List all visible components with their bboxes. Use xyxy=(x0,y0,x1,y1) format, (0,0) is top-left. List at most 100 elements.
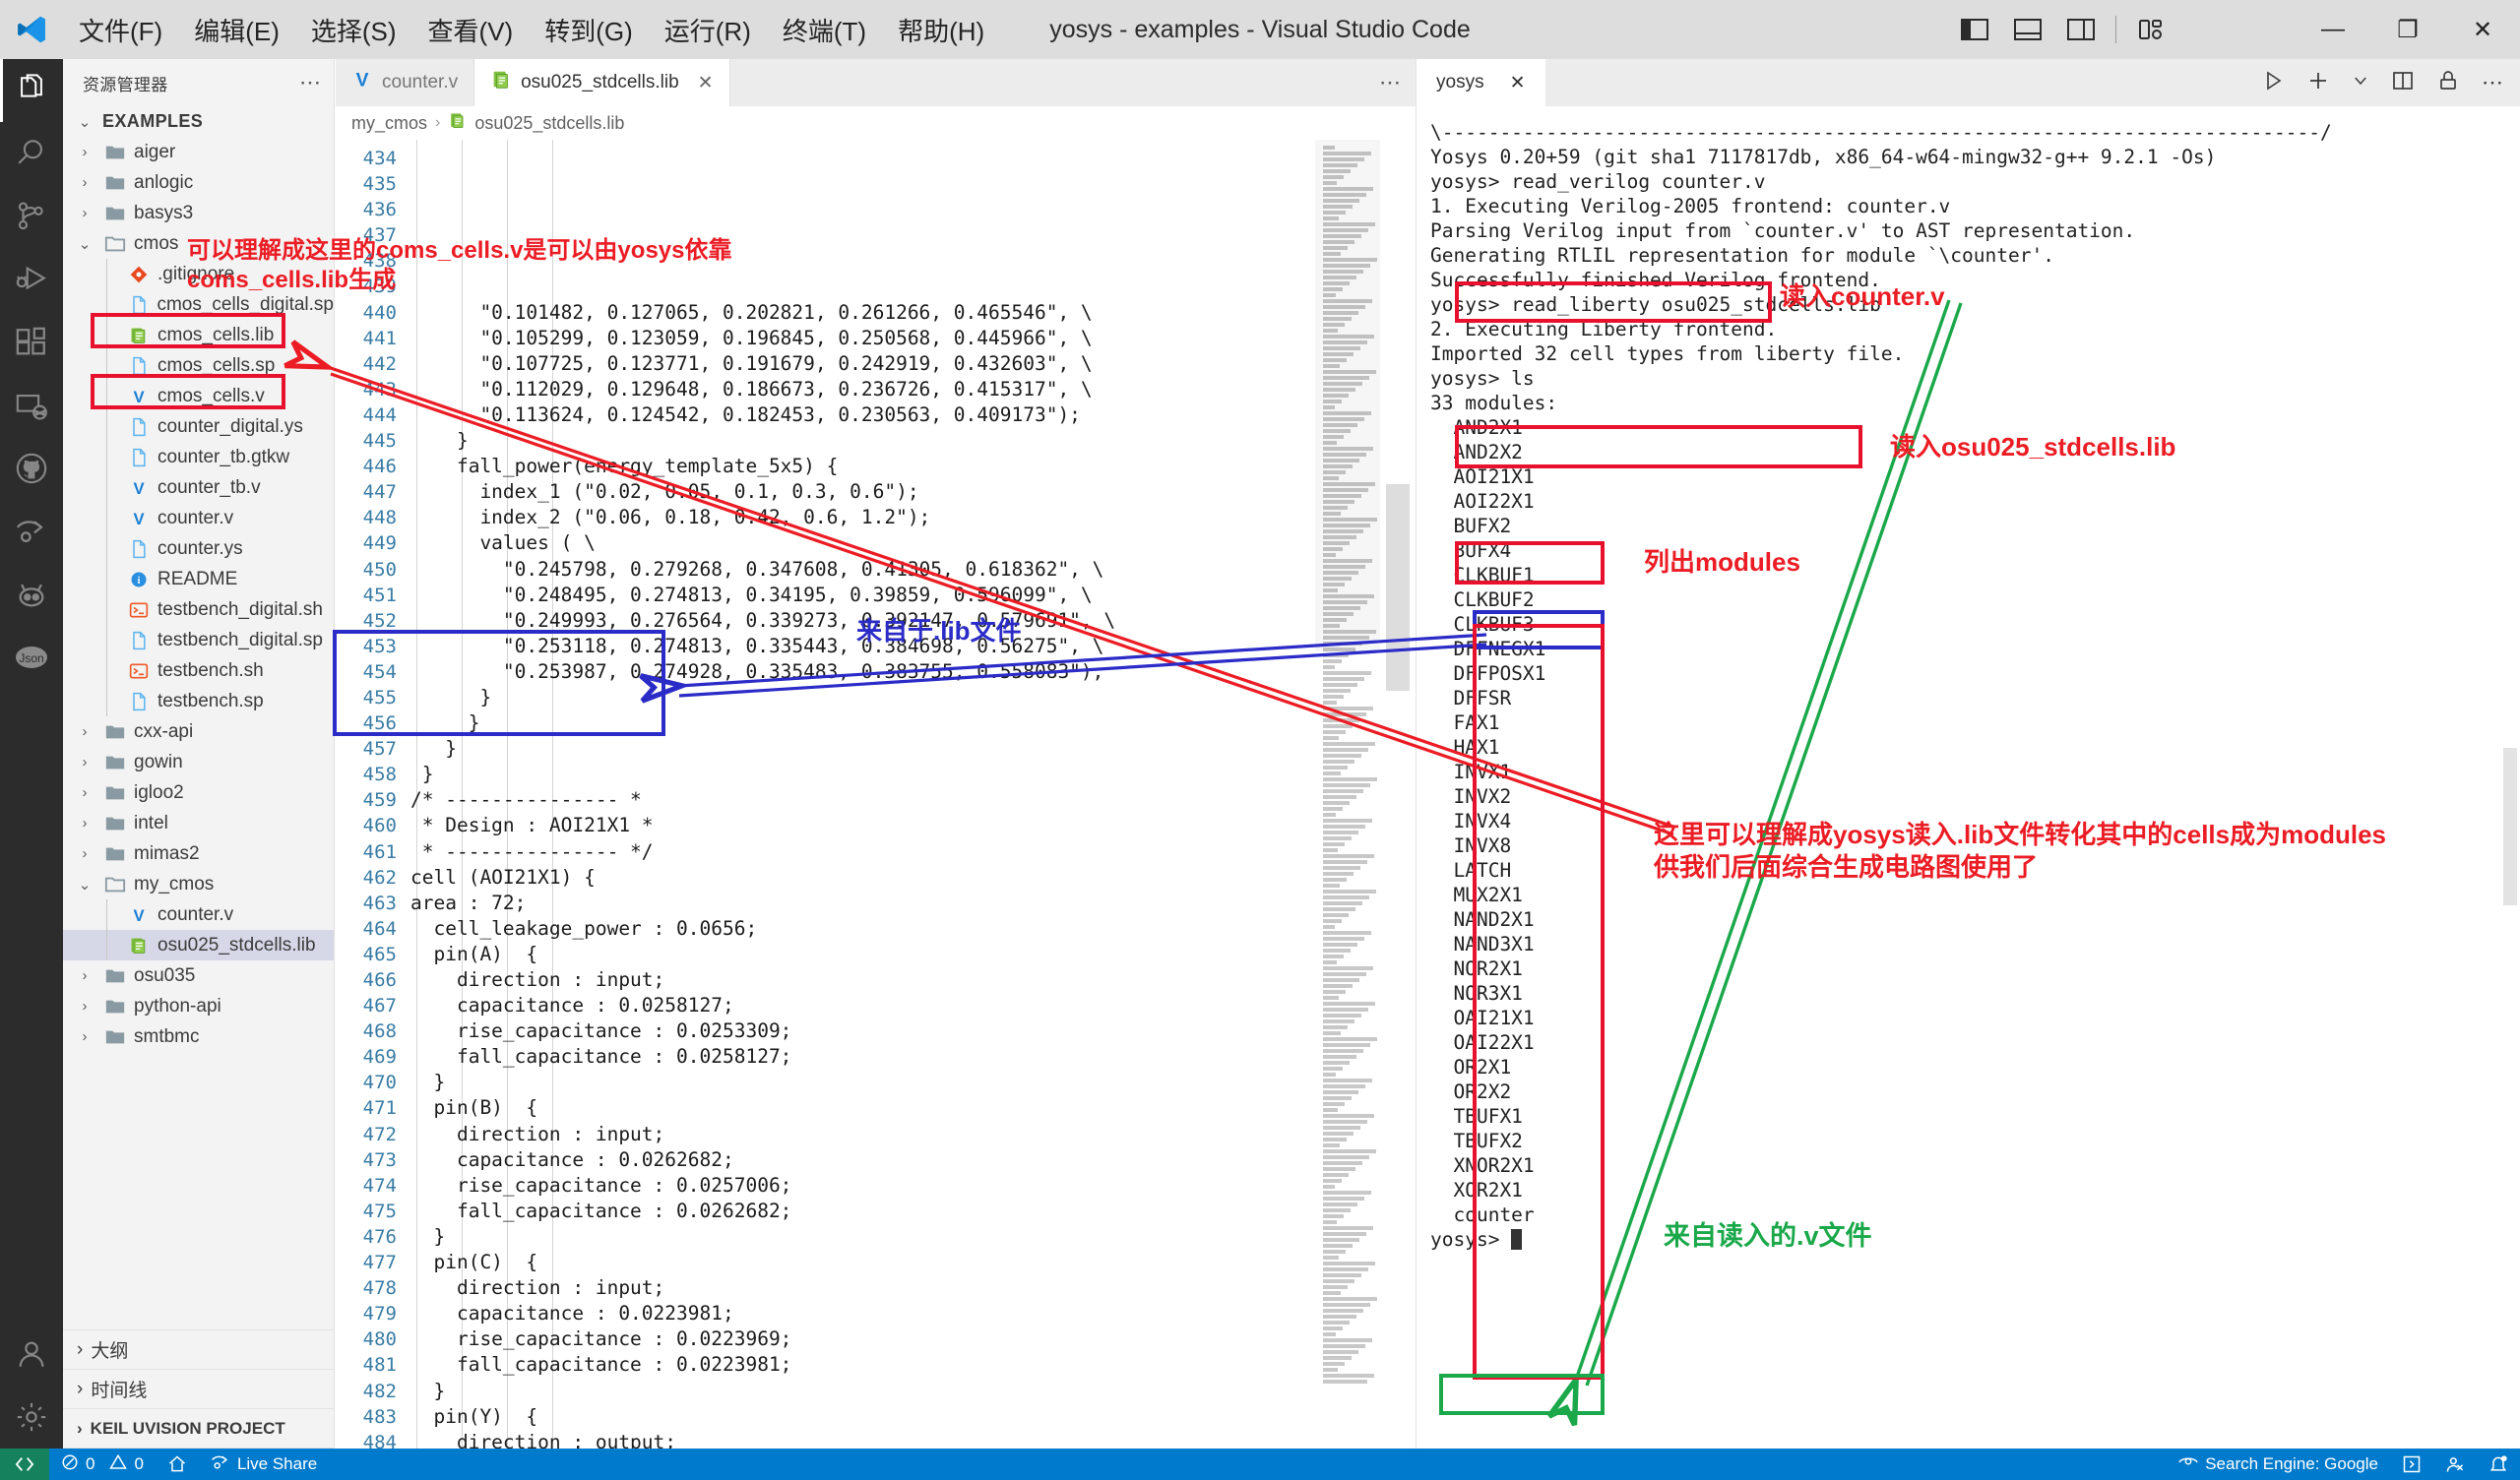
breadcrumb-file[interactable]: osu025_stdcells.lib xyxy=(474,113,624,134)
status-notifications-button[interactable] xyxy=(2477,1449,2520,1480)
editor-tab-close-icon[interactable]: ✕ xyxy=(698,72,714,94)
status-feedback-button[interactable] xyxy=(2433,1449,2477,1480)
run-icon[interactable] xyxy=(2261,69,2285,97)
tree-root-examples[interactable]: ⌄ EXAMPLES xyxy=(63,106,334,137)
chevron-right-icon[interactable]: › xyxy=(73,144,96,160)
activity-item-platformio[interactable] xyxy=(0,563,63,626)
tree-file-counter-v[interactable]: Vcounter.v xyxy=(63,503,334,533)
code-line[interactable]: capacitance : 0.0223981; xyxy=(410,1301,1416,1326)
chevron-right-icon[interactable]: › xyxy=(73,174,96,191)
activity-item-extensions[interactable] xyxy=(0,311,63,374)
code-line[interactable]: fall_capacitance : 0.0258127; xyxy=(410,1044,1416,1070)
code-line[interactable]: "0.248495, 0.274813, 0.34195, 0.39859, 0… xyxy=(410,583,1416,608)
terminal-module-item[interactable]: CLKBUF2 xyxy=(1430,587,2520,612)
code-line[interactable]: /* --------------- * xyxy=(410,787,1416,813)
sidebar-more-actions-icon[interactable]: ⋯ xyxy=(299,70,322,95)
chevron-right-icon[interactable]: › xyxy=(73,1028,96,1045)
activity-item-json[interactable]: Json xyxy=(0,626,63,689)
code-line[interactable]: area : 72; xyxy=(410,891,1416,916)
window-minimize-button[interactable]: — xyxy=(2296,0,2370,59)
activity-item-explorer[interactable] xyxy=(0,59,63,122)
activity-item-search[interactable] xyxy=(0,122,63,185)
tree-folder-basys3[interactable]: › basys3 xyxy=(63,198,334,228)
terminal-scrollbar-thumb[interactable] xyxy=(2503,748,2517,905)
status-home-button[interactable] xyxy=(156,1449,199,1480)
tree-folder-intel[interactable]: › intel xyxy=(63,808,334,838)
code-line[interactable]: } xyxy=(410,762,1416,787)
editor-tab-more-actions-icon[interactable]: ⋯ xyxy=(1379,59,1402,106)
file-tree[interactable]: ⌄ EXAMPLES › aiger › anlogic › basys3 ⌄ cmos .giti… xyxy=(63,106,334,1329)
activity-item-github[interactable] xyxy=(0,437,63,500)
menu-run[interactable]: 运行(R) xyxy=(649,6,767,54)
status-search-engine[interactable]: Search Engine: Google xyxy=(2167,1449,2390,1480)
tree-file-testbench-sh[interactable]: testbench.sh xyxy=(63,655,334,686)
code-line[interactable]: "0.107725, 0.123771, 0.191679, 0.242919,… xyxy=(410,351,1416,377)
toggle-secondary-sidebar-icon[interactable] xyxy=(2054,0,2108,59)
terminal-tab-yosys[interactable]: yosys ✕ xyxy=(1417,59,1545,106)
code-line[interactable]: values ( \ xyxy=(410,530,1416,556)
tree-file-readme[interactable]: i README xyxy=(63,564,334,594)
tree-folder-cxx-api[interactable]: › cxx-api xyxy=(63,716,334,747)
breadcrumb-folder[interactable]: my_cmos xyxy=(351,113,427,134)
menu-terminal[interactable]: 终端(T) xyxy=(767,6,882,54)
editor-tab-osu025-stdcells-lib[interactable]: osu025_stdcells.lib ✕ xyxy=(474,59,730,106)
split-terminal-icon[interactable] xyxy=(2391,69,2415,97)
terminal-tab-close-icon[interactable]: ✕ xyxy=(1510,72,1526,94)
terminal-module-item[interactable]: AOI22X1 xyxy=(1430,489,2520,514)
menu-file[interactable]: 文件(F) xyxy=(63,6,178,54)
activity-item-settings[interactable] xyxy=(0,1386,63,1449)
menu-view[interactable]: 查看(V) xyxy=(412,6,530,54)
menu-bar[interactable]: 文件(F) 编辑(E) 选择(S) 查看(V) 转到(G) 运行(R) 终端(T… xyxy=(63,6,1000,54)
chevron-right-icon[interactable]: › xyxy=(73,815,96,832)
code-line[interactable]: index_1 ("0.02, 0.05, 0.1, 0.3, 0.6"); xyxy=(410,479,1416,505)
code-line[interactable]: rise_capacitance : 0.0223969; xyxy=(410,1326,1416,1352)
new-terminal-icon[interactable] xyxy=(2306,69,2330,97)
tree-folder-mimas2[interactable]: › mimas2 xyxy=(63,838,334,869)
code-line[interactable]: "0.245798, 0.279268, 0.347608, 0.41305, … xyxy=(410,557,1416,583)
chevron-right-icon[interactable]: › xyxy=(73,845,96,862)
code-line[interactable]: * Design : AOI21X1 * xyxy=(410,813,1416,838)
tree-folder-cmos[interactable]: ⌄ cmos xyxy=(63,228,334,259)
chevron-down-icon[interactable] xyxy=(2352,72,2369,94)
tree-folder-aiger[interactable]: › aiger xyxy=(63,137,334,167)
tree-file--gitignore[interactable]: .gitignore xyxy=(63,259,334,289)
terminal-module-item[interactable]: BUFX2 xyxy=(1430,514,2520,538)
code-line[interactable]: rise_capacitance : 0.0257006; xyxy=(410,1173,1416,1199)
window-close-button[interactable]: ✕ xyxy=(2445,0,2520,59)
activity-item-remote-explorer[interactable]: >< xyxy=(0,374,63,437)
code-line[interactable]: direction : output; xyxy=(410,1430,1416,1449)
tree-file-osu025-stdcells-lib[interactable]: osu025_stdcells.lib xyxy=(63,930,334,960)
code-line[interactable]: } xyxy=(410,1224,1416,1250)
editor-scrollbar[interactable] xyxy=(1380,140,1416,1449)
code-editor[interactable]: 434 435 436 437 438 439 440 441 442 443 444 445 446 4… xyxy=(336,140,1416,1449)
sidebar-section-keil-uvision-project[interactable]: › KEIL UVISION PROJECT xyxy=(63,1409,334,1449)
code-line[interactable]: } xyxy=(410,1070,1416,1095)
status-remote-indicator[interactable] xyxy=(0,1449,49,1480)
menu-go[interactable]: 转到(G) xyxy=(529,6,649,54)
chevron-right-icon[interactable]: › xyxy=(73,967,96,984)
activity-item-accounts[interactable] xyxy=(0,1323,63,1386)
tree-file-counter-v[interactable]: Vcounter.v xyxy=(63,899,334,930)
chevron-right-icon[interactable]: › xyxy=(73,205,96,221)
sidebar-section-timeline[interactable]: › 时间线 xyxy=(63,1370,334,1409)
code-line[interactable]: fall_capacitance : 0.0223981; xyxy=(410,1352,1416,1378)
chevron-right-icon[interactable]: › xyxy=(73,784,96,801)
chevron-down-icon[interactable]: ⌄ xyxy=(73,235,96,253)
chevron-down-icon[interactable]: ⌄ xyxy=(73,876,96,894)
menu-edit[interactable]: 编辑(E) xyxy=(178,6,295,54)
status-problems[interactable]: 0 0 xyxy=(49,1449,156,1480)
code-line[interactable]: "0.101482, 0.127065, 0.202821, 0.261266,… xyxy=(410,300,1416,326)
editor-tab-counter-v[interactable]: V counter.v xyxy=(336,59,475,106)
tree-file-counter-digital-ys[interactable]: counter_digital.ys xyxy=(63,411,334,442)
chevron-right-icon[interactable]: › xyxy=(73,723,96,740)
activity-item-live-share[interactable] xyxy=(0,500,63,563)
code-line[interactable]: pin(C) { xyxy=(410,1250,1416,1275)
tree-folder-igloo2[interactable]: › igloo2 xyxy=(63,777,334,808)
lock-icon[interactable] xyxy=(2436,69,2460,97)
tree-file-counter-tb-v[interactable]: Vcounter_tb.v xyxy=(63,472,334,503)
tree-folder-gowin[interactable]: › gowin xyxy=(63,747,334,777)
tree-file-testbench-sp[interactable]: testbench.sp xyxy=(63,686,334,716)
code-line[interactable]: capacitance : 0.0262682; xyxy=(410,1147,1416,1173)
tree-folder-python-api[interactable]: › python-api xyxy=(63,991,334,1021)
code-line[interactable]: "0.112029, 0.129648, 0.186673, 0.236726,… xyxy=(410,377,1416,402)
